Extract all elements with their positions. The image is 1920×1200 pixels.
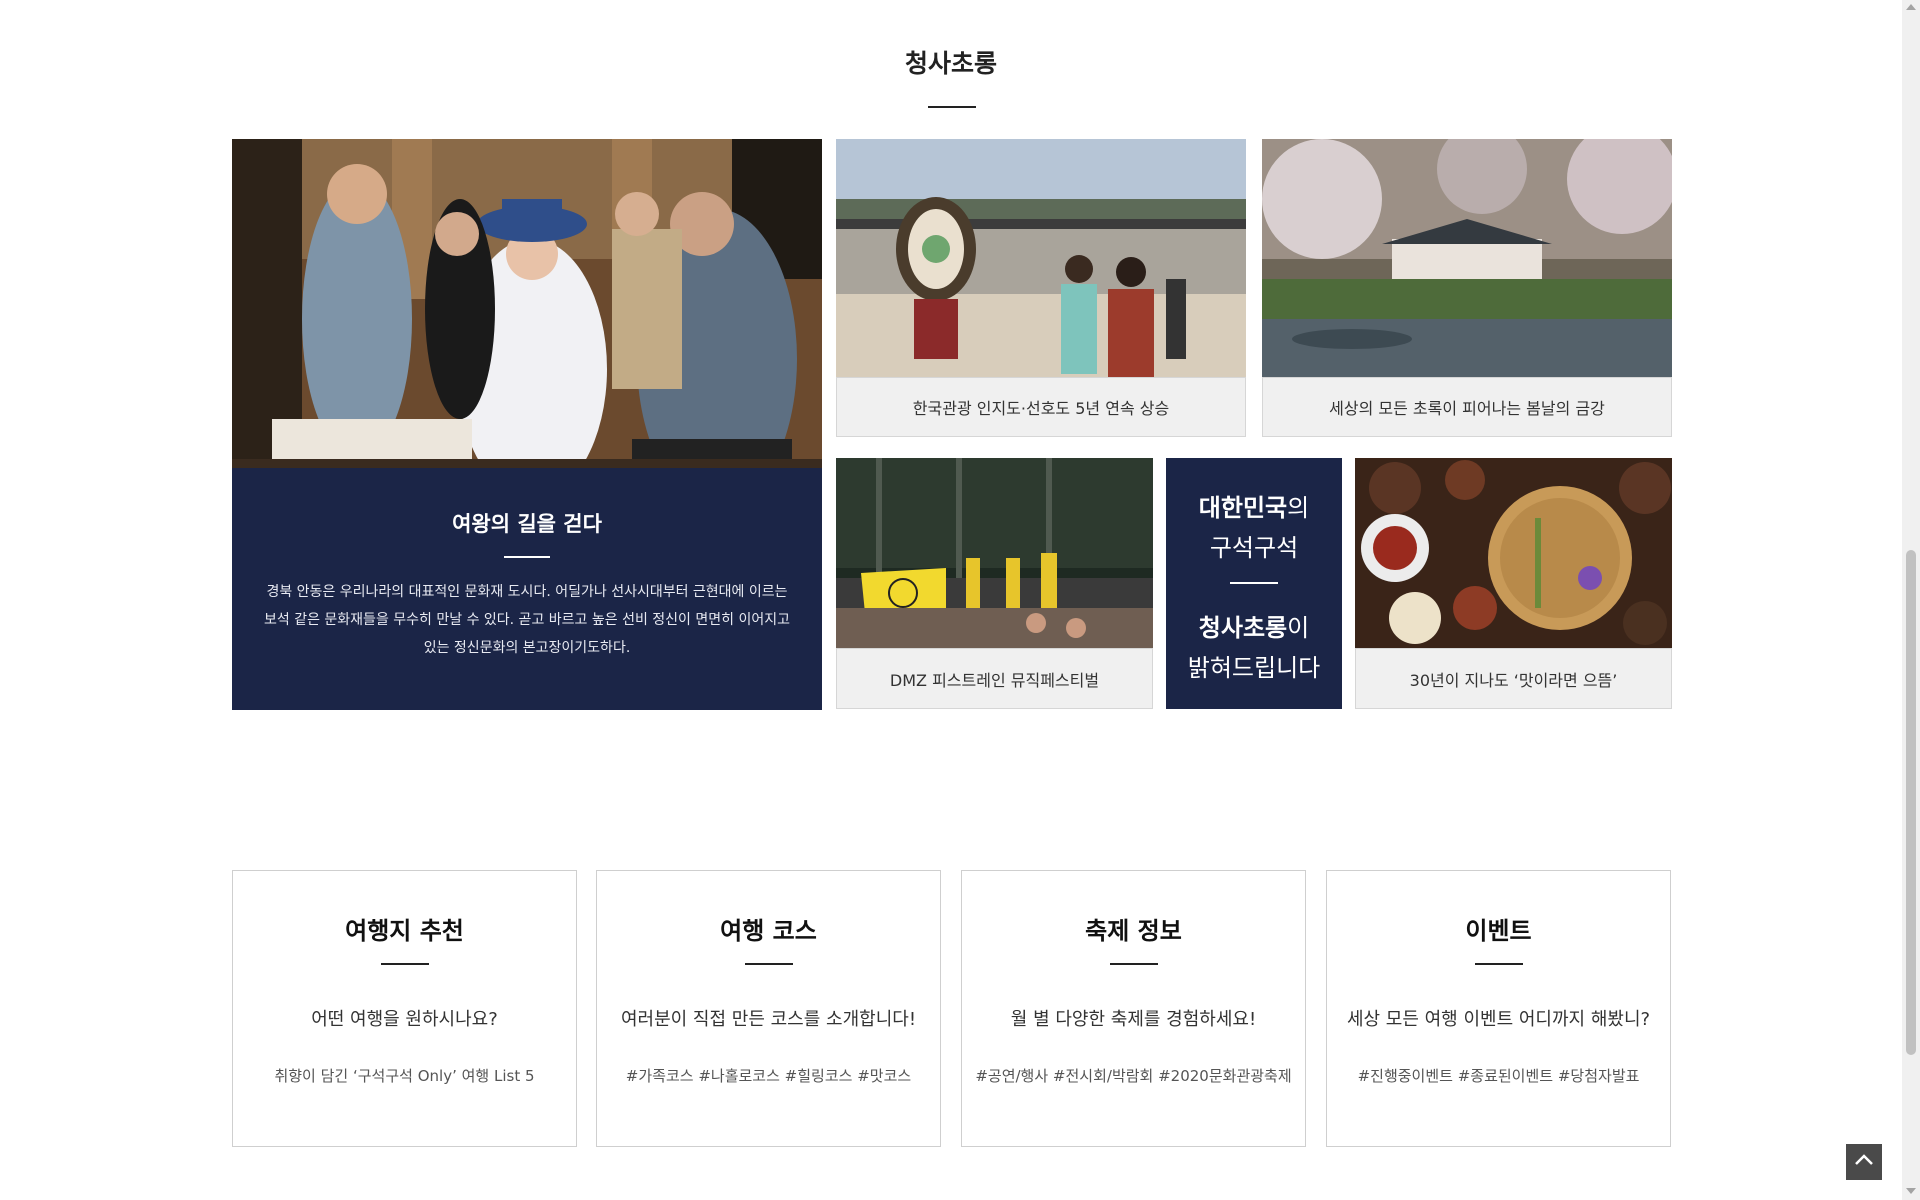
info-card-title: 여행지 추천 [345, 917, 464, 945]
card-photo-spring[interactable] [1262, 139, 1672, 377]
info-card-subtitle: 어떤 여행을 원하시나요? [311, 1009, 498, 1030]
section-title: 청사초롱 [904, 49, 997, 78]
slogan-box: 대한민국의 구석구석 청사초롱이 밝혀드립니다 [1166, 458, 1342, 709]
card-photo-tourism[interactable] [836, 139, 1246, 377]
feature-text-box[interactable]: 여왕의 길을 걷다 경북 안동은 우리나라의 대표적인 문화재 도시다. 어딜가… [232, 468, 822, 710]
title-underline [928, 106, 976, 108]
chevron-up-icon [1853, 1149, 1875, 1175]
card-caption-tourism[interactable]: 한국관광 인지도·선호도 5년 연속 상승 [836, 377, 1246, 437]
scroll-up-arrow-icon[interactable] [1906, 4, 1916, 10]
info-card-tags: #공연/행사 #전시회/박람회 #2020문화관광축제 [975, 1067, 1292, 1085]
info-card-subtitle: 월 별 다양한 축제를 경험하세요! [1010, 1009, 1257, 1030]
scrollbar[interactable] [1902, 0, 1920, 1200]
info-card-tags: #가족코스 #나홀로코스 #힐링코스 #맛코스 [625, 1067, 912, 1085]
info-card-tags: 취향이 담긴 ‘구석구석 Only’ 여행 List 5 [274, 1067, 535, 1085]
card-caption-spring[interactable]: 세상의 모든 초록이 피어나는 봄날의 금강 [1262, 377, 1672, 437]
slogan-line-2: 구석구석 [1209, 534, 1299, 562]
info-card-title: 여행 코스 [720, 917, 817, 945]
info-card-destination[interactable]: 여행지 추천 어떤 여행을 원하시나요? 취향이 담긴 ‘구석구석 Only’ … [232, 870, 577, 1147]
slogan-line-1: 대한민국의 [1198, 494, 1310, 522]
card-photo-dmz[interactable] [836, 458, 1153, 648]
card-caption-food[interactable]: 30년이 지나도 ‘맛이라면 으뜸’ [1355, 648, 1672, 709]
info-card-tags: #진행중이벤트 #종료된이벤트 #당첨자발표 [1357, 1067, 1640, 1085]
scrollbar-thumb[interactable] [1906, 550, 1916, 1055]
slogan-divider [1230, 582, 1278, 584]
page: 청사초롱 여왕의 길을 걷다 경북 안동은 우리나라의 대표적인 문화재 도시다… [0, 0, 1920, 1200]
info-card-event[interactable]: 이벤트 세상 모든 여행 이벤트 어디까지 해봤니? #진행중이벤트 #종료된이… [1326, 870, 1671, 1147]
card-caption-dmz[interactable]: DMZ 피스트레인 뮤직페스티벌 [836, 648, 1153, 709]
slogan-line-4: 밝혀드립니다 [1187, 654, 1321, 682]
slogan-line-3: 청사초롱이 [1198, 614, 1310, 642]
info-card-divider [1110, 963, 1158, 965]
scroll-down-arrow-icon[interactable] [1906, 1188, 1916, 1194]
info-card-festival[interactable]: 축제 정보 월 별 다양한 축제를 경험하세요! #공연/행사 #전시회/박람회… [961, 870, 1306, 1147]
feature-description: 경북 안동은 우리나라의 대표적인 문화재 도시다. 어딜가나 선사시대부터 근… [264, 584, 790, 656]
feature-title: 여왕의 길을 걷다 [452, 512, 602, 536]
scroll-top-button[interactable] [1846, 1144, 1882, 1180]
info-card-divider [381, 963, 429, 965]
feature-divider [504, 556, 550, 558]
info-card-title: 축제 정보 [1085, 917, 1182, 945]
info-card-divider [745, 963, 793, 965]
info-card-subtitle: 세상 모든 여행 이벤트 어디까지 해봤니? [1346, 1009, 1651, 1030]
info-card-course[interactable]: 여행 코스 여러분이 직접 만든 코스를 소개합니다! #가족코스 #나홀로코스… [596, 870, 941, 1147]
info-card-subtitle: 여러분이 직접 만든 코스를 소개합니다! [620, 1009, 917, 1030]
info-card-divider [1475, 963, 1523, 965]
feature-photo[interactable] [232, 139, 822, 468]
card-photo-food[interactable] [1355, 458, 1672, 648]
info-card-title: 이벤트 [1465, 917, 1532, 945]
